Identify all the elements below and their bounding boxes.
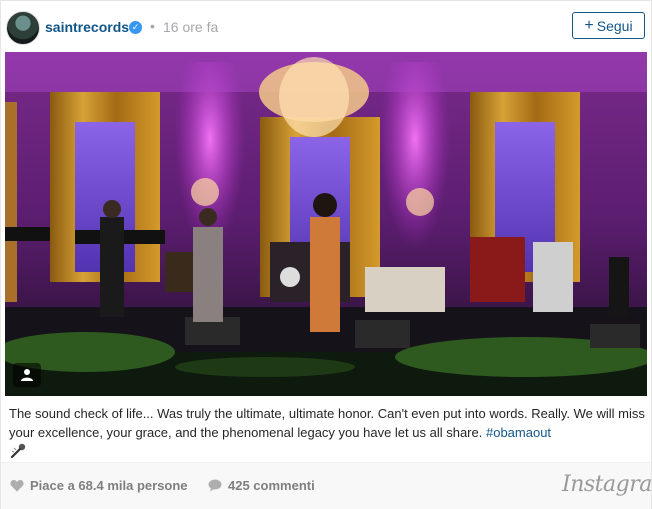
follow-button[interactable]: + Segui	[572, 12, 645, 39]
microphone-emoji-icon	[10, 443, 26, 459]
post-footer: Piace a 68.4 mila persone 425 commenti I…	[1, 462, 652, 509]
post-photo[interactable]	[5, 52, 647, 396]
post-header: saintrecords ✓ • 16 ore fa + Segui	[1, 1, 651, 51]
comments-label: 425 commenti	[228, 478, 315, 493]
follow-label: Segui	[596, 17, 633, 34]
stage-performance-image	[5, 52, 647, 396]
tagged-people-button[interactable]	[13, 363, 41, 387]
hashtag-link[interactable]: #obamaout	[486, 425, 551, 440]
heart-icon	[10, 480, 24, 492]
plus-icon: +	[584, 16, 594, 34]
instagram-logo[interactable]: Instagram	[562, 472, 652, 497]
person-tag-icon	[21, 369, 33, 381]
user-avatar[interactable]	[6, 11, 40, 45]
post-caption: The sound check of life... Was truly the…	[9, 405, 645, 459]
likes-count[interactable]: Piace a 68.4 mila persone	[10, 478, 188, 493]
separator-dot: •	[150, 18, 155, 34]
comments-count[interactable]: 425 commenti	[208, 478, 315, 493]
post-timestamp[interactable]: 16 ore fa	[163, 19, 218, 35]
instagram-post-card: saintrecords ✓ • 16 ore fa + Segui The s…	[0, 0, 652, 509]
verified-badge-icon: ✓	[129, 21, 142, 34]
speech-bubble-icon	[208, 479, 222, 492]
likes-label: Piace a 68.4 mila persone	[30, 478, 188, 493]
username-link[interactable]: saintrecords	[45, 19, 129, 35]
